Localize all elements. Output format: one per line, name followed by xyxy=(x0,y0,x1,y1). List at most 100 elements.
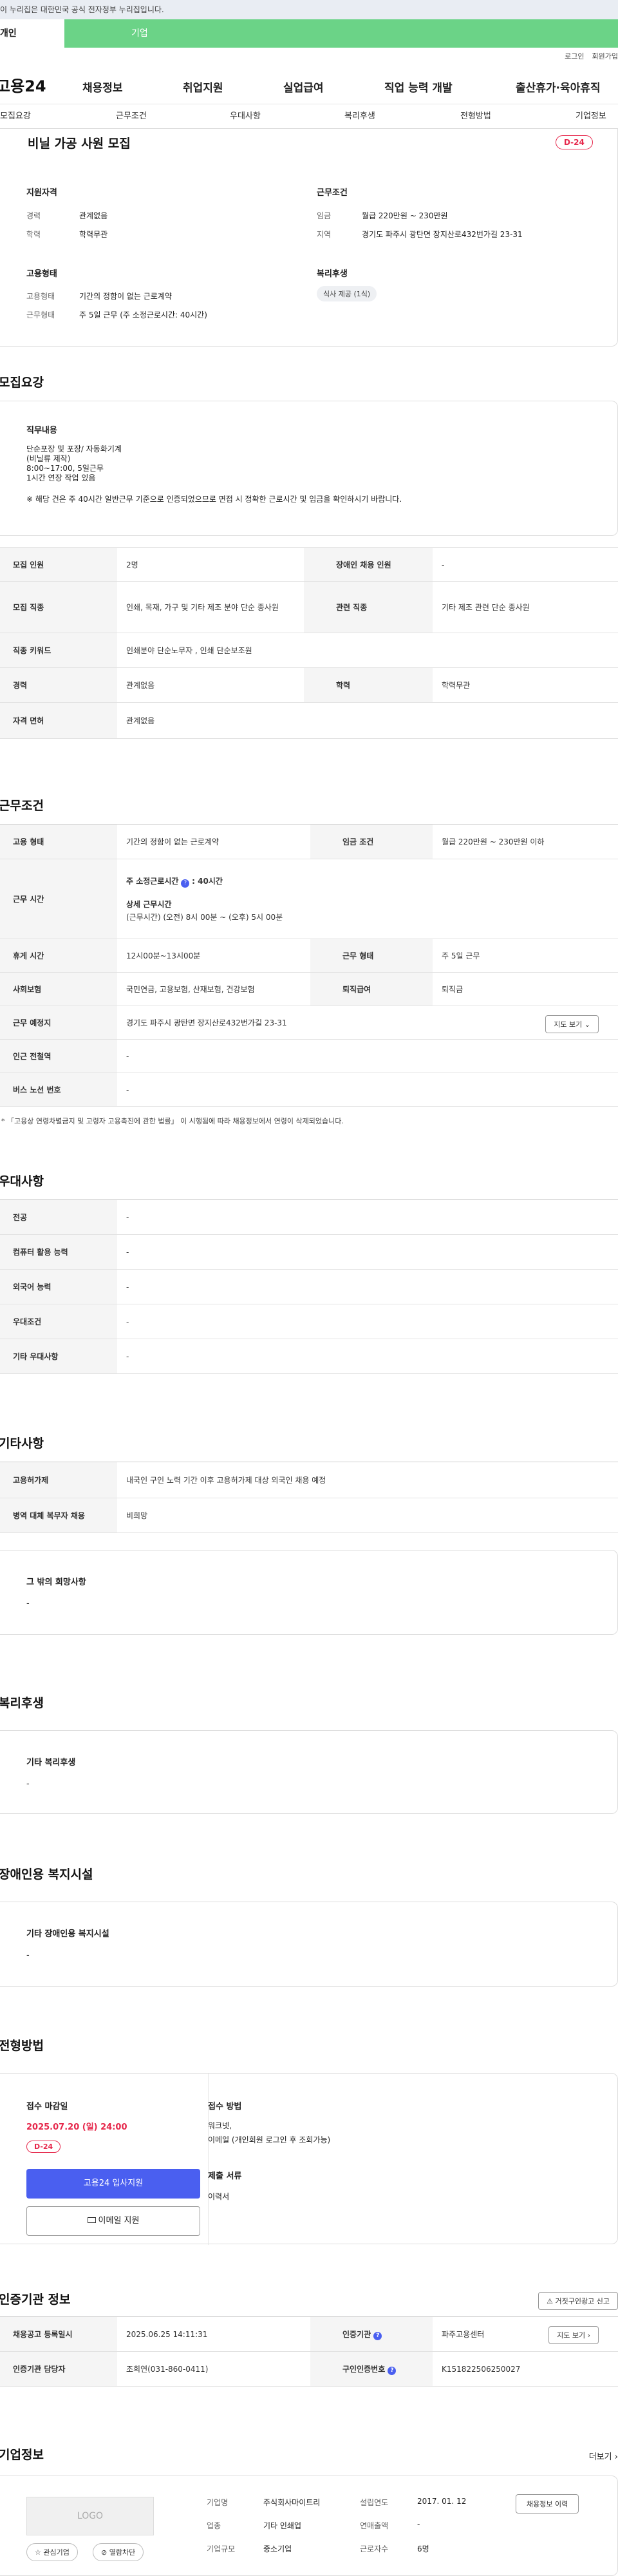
welfare-box-title: 기타 복리후생 xyxy=(26,1758,76,1768)
row-key: 직종 키워드 xyxy=(0,633,117,668)
row-key: 사회보험 xyxy=(0,972,117,1006)
table-row: 전공 - xyxy=(0,1199,618,1235)
agency-map-button[interactable]: 지도 보기 › xyxy=(548,2326,599,2344)
row-key: 외국어 능력 xyxy=(0,1269,117,1304)
row-value: - xyxy=(117,1234,618,1270)
subnav-welfare[interactable]: 복리후생 xyxy=(344,104,375,129)
subnav-work[interactable]: 근무조건 xyxy=(116,104,147,129)
row-value: 기타 제조 관련 단순 종사원 xyxy=(433,581,618,633)
row-key: 장애인 채용 인원 xyxy=(304,548,433,582)
table-row: 우대조건 - xyxy=(0,1304,618,1339)
duty-line: 1시간 연장 작업 있음 xyxy=(26,473,96,482)
row-key: 전공 xyxy=(0,1199,117,1235)
emp-title: 고용형태 xyxy=(26,269,57,279)
pref-title: 우대사항 xyxy=(0,1174,44,1188)
docs-title: 제출 서류 xyxy=(208,2171,242,2181)
row-value: 인쇄분야 단순노무자 , 인쇄 단순보조원 xyxy=(117,633,618,668)
weekly-value: : 40시간 xyxy=(192,876,223,886)
row-value: K151822506250027 xyxy=(433,2351,618,2387)
company-value: - xyxy=(417,2520,420,2529)
tab-personal[interactable]: 개인 xyxy=(0,19,64,48)
site-logo[interactable]: 고용24 xyxy=(0,73,73,96)
company-more-link[interactable]: 더보기 › xyxy=(589,2450,618,2462)
place-value: 경기도 파주시 광탄면 장지산로432번가길 23-31 xyxy=(126,1018,287,1027)
table-row: 자격 면허 관계없음 xyxy=(0,702,618,739)
row-value: 관계없음 xyxy=(117,667,304,703)
mail-icon xyxy=(87,2217,96,2223)
welfare-badge: 식사 제공 (1식) xyxy=(317,286,377,301)
gnb-employment-support[interactable]: 취업지원 xyxy=(183,79,223,95)
table-row: 인근 전철역 - xyxy=(0,1039,618,1073)
report-button[interactable]: ⚠ 거짓구인광고 신고 xyxy=(538,2292,618,2310)
deadline-value: 2025.07.20 (일) 24:00 xyxy=(26,2123,127,2132)
table-row: 인증기관 담당자 조희연(031-860-0411) 구인인증번호 ? K1518… xyxy=(0,2351,618,2387)
fav-company-button[interactable]: ☆ 관심기업 xyxy=(26,2543,78,2561)
signup-link[interactable]: 회원가입 xyxy=(592,52,618,61)
place-cell: 경기도 파주시 광탄면 장지산로432번가길 23-31 지도 보기 ⌄ xyxy=(117,1006,618,1040)
apply-button[interactable]: 고용24 입사지원 xyxy=(26,2169,200,2199)
util-links: 로그인 회원가입 xyxy=(0,48,618,66)
login-link[interactable]: 로그인 xyxy=(565,52,584,61)
row-key: 임금 조건 xyxy=(310,824,433,859)
row-value: - xyxy=(117,1339,618,1374)
org-value: 파주고용센터 xyxy=(442,2330,485,2339)
more-label: 더보기 xyxy=(588,2452,612,2462)
map-button[interactable]: 지도 보기 ⌄ xyxy=(545,1015,599,1033)
subnav-screening[interactable]: 전형방법 xyxy=(460,104,491,129)
row-value: 퇴직금 xyxy=(433,972,618,1006)
company-key: 근로자수 xyxy=(360,2544,389,2553)
row-value: 12시00분~13시00분 xyxy=(117,939,310,973)
block-company-button[interactable]: ⊘ 열람차단 xyxy=(93,2543,144,2561)
gnb-training[interactable]: 직업 능력 개발 xyxy=(384,79,453,95)
disabled-box-value: - xyxy=(26,1951,30,1960)
gnb-maternity[interactable]: 출산휴가·육아휴직 xyxy=(516,79,601,95)
gnb-jobs[interactable]: 채용정보 xyxy=(82,79,123,95)
job-title: 비닐 가공 사원 모집 xyxy=(28,137,131,151)
work-title: 근무조건 xyxy=(0,799,44,813)
other-wish-value: - xyxy=(26,1599,30,1608)
info-icon[interactable]: ? xyxy=(373,2331,382,2340)
company-value: 6명 xyxy=(417,2544,429,2553)
row-key: 휴게 시간 xyxy=(0,939,117,973)
row-value: 비희망 xyxy=(117,1498,618,1533)
job-history-button[interactable]: 채용정보 이력 xyxy=(516,2494,579,2514)
table-row: 모집 인원 2명 장애인 채용 인원 - xyxy=(0,548,618,582)
agency-table: 채용공고 등록일시 2025.06.25 14:11:31 인증기관 ? 파주고용… xyxy=(0,2316,618,2387)
duty-card: 직무내용 단순포장 및 포장/ 자동화기계 (비닐류 제작) 8:00~17:0… xyxy=(0,401,618,536)
detail-subnav: 모집요강 근무조건 우대사항 복리후생 전형방법 기업정보 xyxy=(0,104,618,129)
gnb-unemployment[interactable]: 실업급여 xyxy=(283,79,324,95)
work-time-cell: 주 소정근로시간 ? : 40시간 상세 근무시간 (근무시간) (오전) 8시… xyxy=(117,859,618,939)
info-icon[interactable]: ? xyxy=(181,879,190,888)
subnav-company[interactable]: 기업정보 xyxy=(576,104,606,129)
duty-note: ※ 해당 건은 주 40시간 일반근무 기준으로 인증되었으므로 면접 시 정확… xyxy=(26,495,402,504)
org-key-label: 인증기관 xyxy=(342,2329,371,2339)
row-key: 인증기관 담당자 xyxy=(0,2351,117,2387)
duty-line: 8:00~17:00, 5일근무 xyxy=(26,464,104,473)
welfare-card: 기타 복리후생 - xyxy=(0,1730,618,1814)
row-value: - xyxy=(117,1269,618,1304)
duty-title: 직무내용 xyxy=(26,426,57,435)
row-key: 우대조건 xyxy=(0,1304,117,1339)
worktype-value: 주 5일 근무 (주 소정근로시간: 40시간) xyxy=(79,310,207,320)
row-key: 채용공고 등록일시 xyxy=(0,2316,117,2352)
info-icon[interactable]: ? xyxy=(388,2366,397,2375)
row-key: 고용허가제 xyxy=(0,1462,117,1498)
company-key: 기업규모 xyxy=(207,2544,236,2553)
row-value: - xyxy=(117,1304,618,1339)
row-value: 인쇄, 목재, 가구 및 기타 제조 분야 단순 종사원 xyxy=(117,581,304,633)
email-apply-button[interactable]: 이메일 지원 xyxy=(26,2206,200,2236)
tab-company[interactable]: 기업 xyxy=(64,19,618,48)
block-label: 열람차단 xyxy=(109,2548,136,2557)
agency-title: 인증기관 정보 xyxy=(0,2293,71,2307)
subnav-recruit[interactable]: 모집요강 xyxy=(0,104,31,129)
row-key: 컴퓨터 활용 능력 xyxy=(0,1234,117,1270)
recruit-table: 모집 인원 2명 장애인 채용 인원 - 모집 직종 인쇄, 목재, 가구 및 기타 제… xyxy=(0,548,618,739)
table-row: 근무 예정지 경기도 파주시 광탄면 장지산로432번가길 23-31 지도 보기 … xyxy=(0,1006,618,1040)
docs-value: 이력서 xyxy=(208,2192,230,2201)
career-value: 관계없음 xyxy=(79,211,108,220)
table-row: 고용 형태 기간의 정함이 없는 근로계약 임금 조건 월급 220만원 ~ 230만… xyxy=(0,824,618,859)
chevron-down-icon: ⌄ xyxy=(584,1020,590,1029)
row-key: 인근 전철역 xyxy=(0,1039,117,1073)
subnav-pref[interactable]: 우대사항 xyxy=(230,104,261,129)
table-row: 모집 직종 인쇄, 목재, 가구 및 기타 제조 분야 단순 종사원 관련 직종 기타… xyxy=(0,581,618,633)
